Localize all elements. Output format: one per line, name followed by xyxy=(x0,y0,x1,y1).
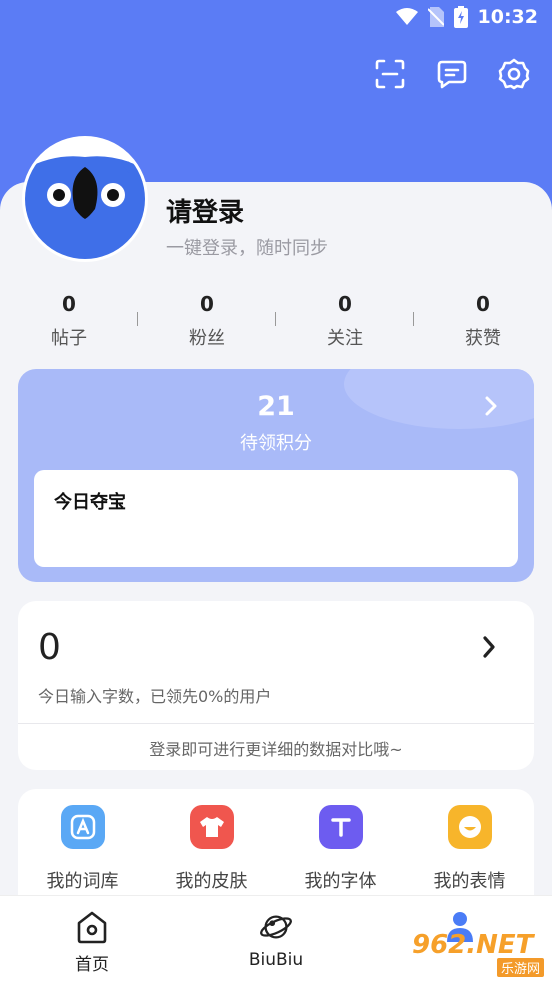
dictionary-icon xyxy=(60,805,105,849)
stat-label: 粉丝 xyxy=(189,328,225,349)
login-subtitle: 一键登录，随时同步 xyxy=(166,238,328,259)
points-value: 21 xyxy=(257,391,295,422)
no-sim-icon xyxy=(427,7,444,27)
tool-skin[interactable]: 我的皮肤 xyxy=(147,789,276,909)
nav-biubiu[interactable]: BiuBiu xyxy=(184,896,368,981)
planet-icon xyxy=(258,910,294,944)
input-stats-card[interactable]: 0 今日输入字数，已领先0%的用户 登录即可进行更详细的数据对比哦~ xyxy=(18,601,534,770)
settings-button[interactable] xyxy=(496,58,532,94)
input-description: 今日输入字数，已领先0%的用户 xyxy=(38,687,272,706)
tool-label: 我的词库 xyxy=(46,871,119,892)
stat-value: 0 xyxy=(338,292,352,316)
stat-label: 获赞 xyxy=(465,328,501,349)
gear-icon xyxy=(498,58,530,94)
avatar[interactable] xyxy=(22,136,148,262)
scan-button[interactable] xyxy=(372,58,408,94)
tool-dictionary[interactable]: 我的词库 xyxy=(18,789,147,909)
nav-label: 首页 xyxy=(75,955,109,975)
divider xyxy=(18,723,534,724)
stat-label: 帖子 xyxy=(51,328,87,349)
stat-fans[interactable]: 0 粉丝 xyxy=(138,292,276,350)
status-bar: 10:32 xyxy=(0,0,552,38)
scan-icon xyxy=(375,59,405,93)
tools-card: 我的词库 我的皮肤 我的字体 我的表情 xyxy=(18,789,534,909)
clock-time: 10:32 xyxy=(477,6,538,28)
chevron-right-icon[interactable] xyxy=(484,395,498,421)
watermark-logo: 962.NET 乐游网 xyxy=(412,930,548,977)
stat-label: 关注 xyxy=(327,328,363,349)
treasure-title: 今日夺宝 xyxy=(54,492,126,513)
daily-treasure-panel[interactable]: 今日夺宝 xyxy=(34,470,518,567)
nav-home[interactable]: 首页 xyxy=(0,896,184,981)
points-label: 待领积分 xyxy=(240,433,312,454)
tool-label: 我的字体 xyxy=(304,871,377,892)
watermark-main-text: 962.NET xyxy=(412,930,534,960)
chevron-right-icon[interactable] xyxy=(482,635,496,663)
tool-emoji[interactable]: 我的表情 xyxy=(405,789,534,909)
login-title[interactable]: 请登录 xyxy=(166,192,244,229)
message-icon xyxy=(437,59,467,93)
stat-posts[interactable]: 0 帖子 xyxy=(0,292,138,350)
stat-value: 0 xyxy=(476,292,490,316)
watermark-sub-text: 乐游网 xyxy=(496,958,544,977)
font-icon xyxy=(318,805,363,849)
stat-likes[interactable]: 0 获赞 xyxy=(414,292,552,350)
points-card[interactable]: 21 待领积分 今日夺宝 xyxy=(18,369,534,582)
battery-icon xyxy=(453,6,468,28)
tool-label: 我的皮肤 xyxy=(175,871,248,892)
stats-row: 0 帖子 0 粉丝 0 关注 0 获赞 xyxy=(0,292,552,350)
skin-icon xyxy=(189,805,234,849)
emoji-icon xyxy=(447,805,492,849)
stat-value: 0 xyxy=(200,292,214,316)
home-icon xyxy=(74,910,110,944)
wifi-icon xyxy=(395,8,418,26)
tool-label: 我的表情 xyxy=(433,871,506,892)
stat-following[interactable]: 0 关注 xyxy=(276,292,414,350)
login-compare-note[interactable]: 登录即可进行更详细的数据对比哦~ xyxy=(18,736,534,760)
stat-value: 0 xyxy=(62,292,76,316)
nav-label: BiuBiu xyxy=(248,950,304,970)
messages-button[interactable] xyxy=(434,58,470,94)
tool-font[interactable]: 我的字体 xyxy=(276,789,405,909)
input-count: 0 xyxy=(38,627,61,668)
